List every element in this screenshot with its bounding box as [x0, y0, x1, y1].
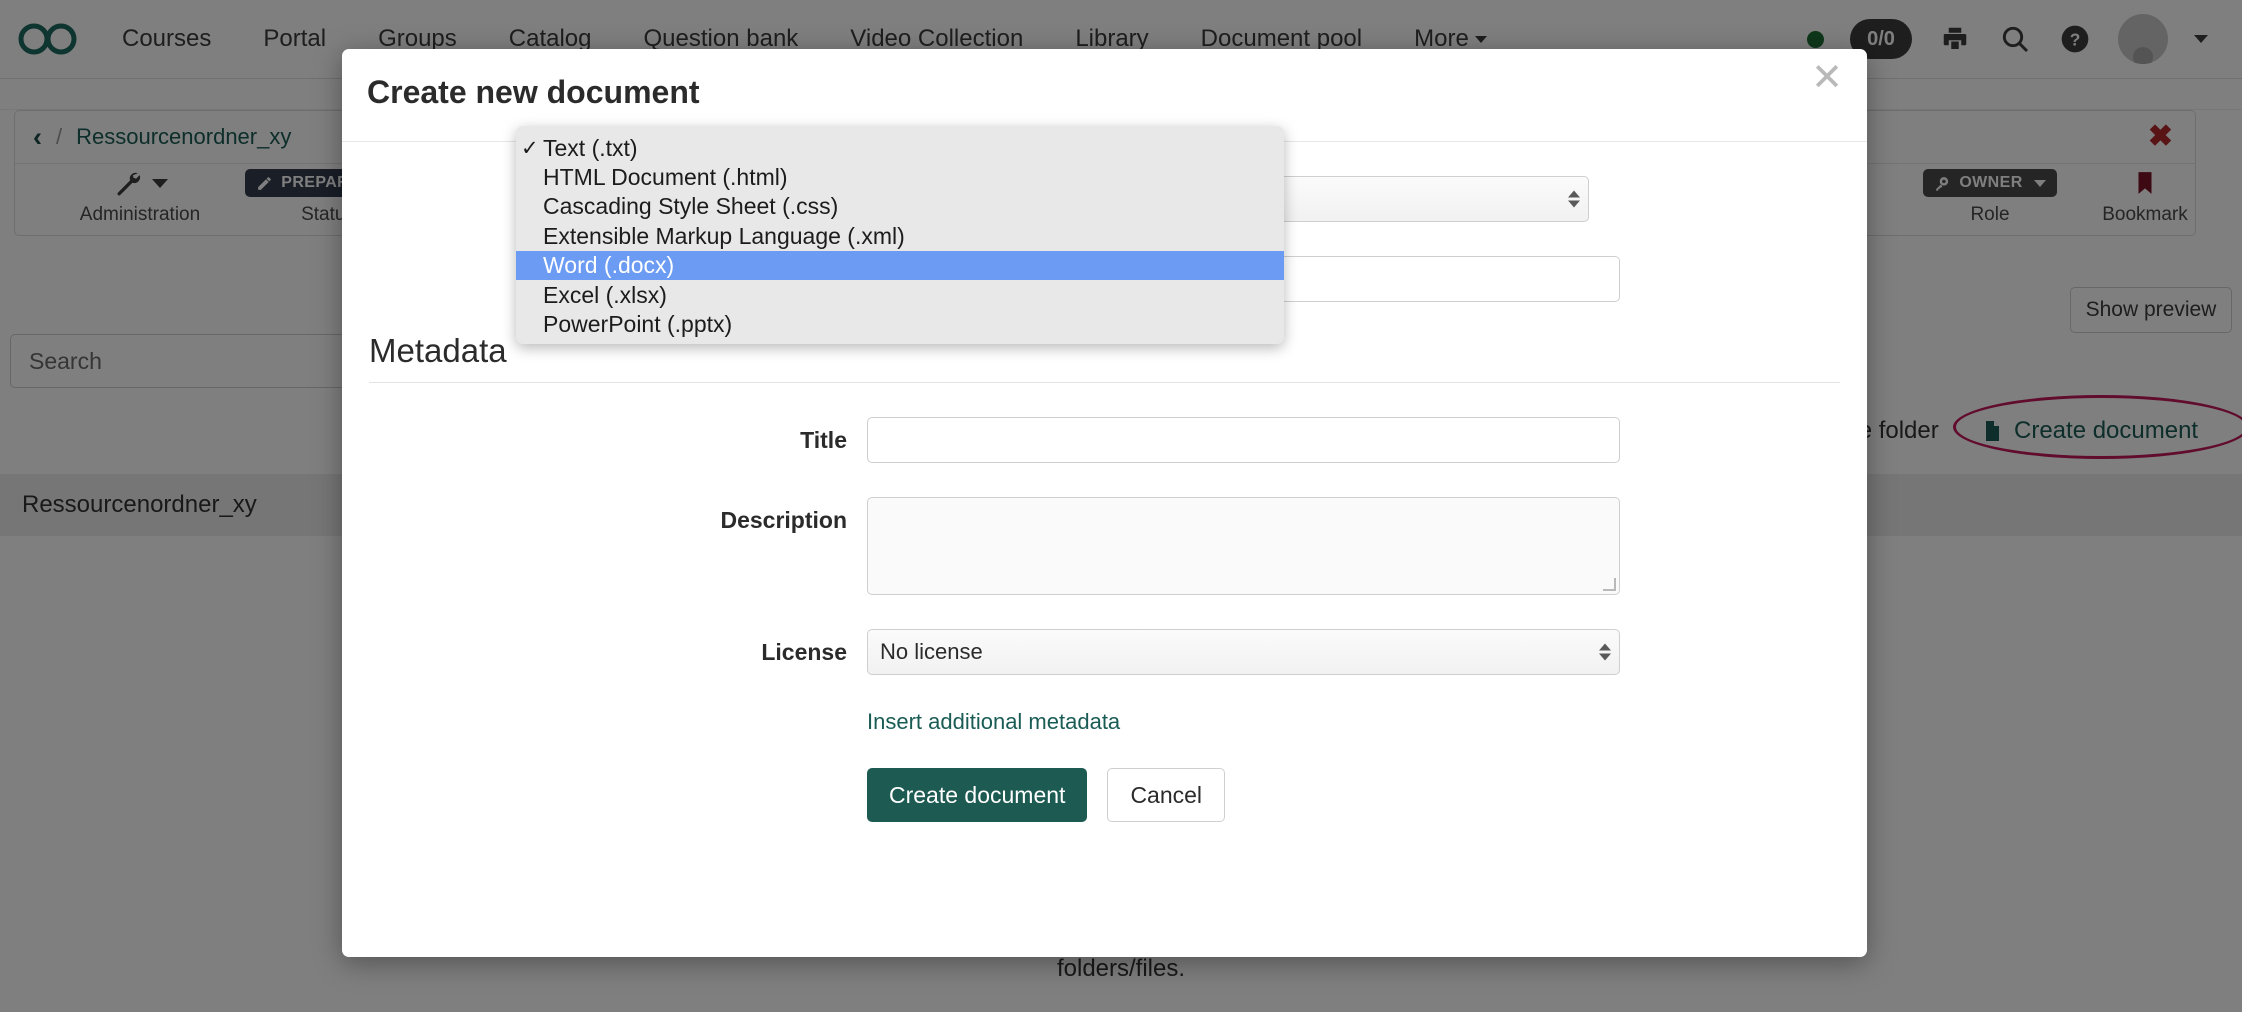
title-input[interactable]	[867, 417, 1620, 463]
description-textarea[interactable]	[867, 497, 1620, 595]
close-icon[interactable]: ✕	[1811, 59, 1843, 97]
type-dropdown-list[interactable]: ✓Text (.txt) HTML Document (.html) Casca…	[516, 126, 1284, 344]
spinner-arrows-icon	[1599, 644, 1611, 661]
dropdown-option-text[interactable]: ✓Text (.txt)	[516, 134, 1284, 163]
dropdown-option-label: Text (.txt)	[543, 135, 638, 162]
form-row-additional-metadata: Insert additional metadata	[369, 709, 1840, 735]
dropdown-option-label: PowerPoint (.pptx)	[543, 311, 732, 338]
dropdown-option-label: Extensible Markup Language (.xml)	[543, 223, 905, 250]
spinner-arrows-icon	[1568, 191, 1580, 208]
insert-additional-metadata-link[interactable]: Insert additional metadata	[867, 709, 1120, 734]
form-row-license: License No license	[369, 629, 1840, 675]
license-select-value: No license	[880, 639, 983, 665]
form-row-title: Title	[369, 417, 1840, 463]
label-license: License	[369, 629, 867, 675]
form-row-description: Description	[369, 497, 1840, 595]
dropdown-option-css[interactable]: Cascading Style Sheet (.css)	[516, 192, 1284, 221]
label-description: Description	[369, 497, 867, 543]
dropdown-option-label: Excel (.xlsx)	[543, 282, 667, 309]
dropdown-option-powerpoint[interactable]: PowerPoint (.pptx)	[516, 310, 1284, 339]
dropdown-option-word[interactable]: Word (.docx)	[516, 251, 1284, 280]
dropdown-option-excel[interactable]: Excel (.xlsx)	[516, 281, 1284, 310]
check-icon: ✓	[521, 136, 543, 161]
dropdown-option-label: HTML Document (.html)	[543, 164, 788, 191]
dropdown-option-label: Word (.docx)	[543, 252, 674, 279]
dropdown-option-xml[interactable]: Extensible Markup Language (.xml)	[516, 222, 1284, 251]
modal-button-row: Create document Cancel	[867, 768, 1840, 822]
cancel-button[interactable]: Cancel	[1107, 768, 1225, 822]
dropdown-option-label: Cascading Style Sheet (.css)	[543, 193, 838, 220]
create-document-button[interactable]: Create document	[867, 768, 1087, 822]
label-title: Title	[369, 417, 867, 463]
license-select[interactable]: No license	[867, 629, 1620, 675]
modal-title: Create new document	[367, 74, 700, 111]
dropdown-option-html[interactable]: HTML Document (.html)	[516, 163, 1284, 192]
